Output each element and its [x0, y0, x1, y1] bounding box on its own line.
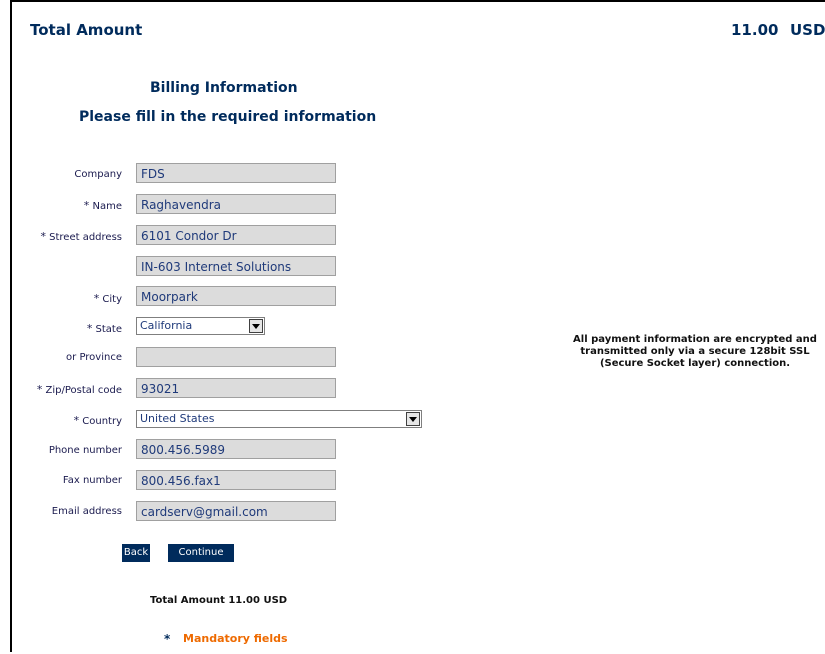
- required-marker: *: [36, 383, 43, 396]
- mandatory-marker: *: [164, 632, 171, 646]
- state-selected-value: California: [140, 319, 193, 332]
- total-currency: USD: [790, 21, 825, 39]
- country-selected-value: United States: [140, 412, 215, 425]
- company-field[interactable]: FDS: [136, 163, 336, 183]
- email-field[interactable]: cardserv@gmail.com: [136, 501, 336, 521]
- required-marker: *: [73, 414, 80, 427]
- back-button[interactable]: Back: [122, 544, 150, 562]
- footer-total-amount: Total Amount 11.00 USD: [150, 595, 288, 606]
- company-label: Company: [74, 169, 122, 180]
- fax-field[interactable]: 800.456.fax1: [136, 470, 336, 490]
- fill-instruction: Please fill in the required information: [79, 109, 377, 125]
- name-label: * Name: [83, 199, 122, 212]
- country-label: * Country: [73, 414, 122, 427]
- province-label: or Province: [66, 352, 122, 363]
- street-address-line2-field[interactable]: IN-603 Internet Solutions: [136, 256, 336, 276]
- country-select[interactable]: United States: [136, 410, 422, 428]
- phone-label: Phone number: [48, 445, 122, 456]
- email-label: Email address: [51, 506, 122, 517]
- street-address-field[interactable]: 6101 Condor Dr: [136, 225, 336, 245]
- billing-title: Billing Information: [150, 80, 298, 96]
- zip-label: * Zip/Postal code: [36, 383, 122, 396]
- name-field[interactable]: Raghavendra: [136, 194, 336, 214]
- required-marker: *: [40, 230, 46, 243]
- total-amount-label: Total Amount: [30, 21, 143, 39]
- chevron-down-icon[interactable]: [249, 319, 263, 333]
- state-select[interactable]: California: [136, 317, 265, 335]
- phone-field[interactable]: 800.456.5989: [136, 439, 336, 459]
- mandatory-fields-label: Mandatory fields: [183, 632, 288, 645]
- total-amount-value: 11.00: [731, 21, 779, 39]
- chevron-down-icon[interactable]: [406, 412, 420, 426]
- province-field[interactable]: [136, 347, 336, 367]
- fax-label: Fax number: [62, 475, 122, 486]
- city-field[interactable]: Moorpark: [136, 286, 336, 306]
- required-marker: *: [83, 199, 90, 212]
- security-note: All payment information are encrypted an…: [573, 334, 817, 369]
- street-address-label: * Street address: [40, 230, 122, 243]
- city-label: * City: [93, 292, 122, 305]
- required-marker: *: [93, 292, 100, 305]
- zip-field[interactable]: 93021: [136, 378, 336, 398]
- continue-button[interactable]: Continue: [168, 544, 234, 562]
- state-label: * State: [86, 322, 122, 335]
- required-marker: *: [86, 322, 93, 335]
